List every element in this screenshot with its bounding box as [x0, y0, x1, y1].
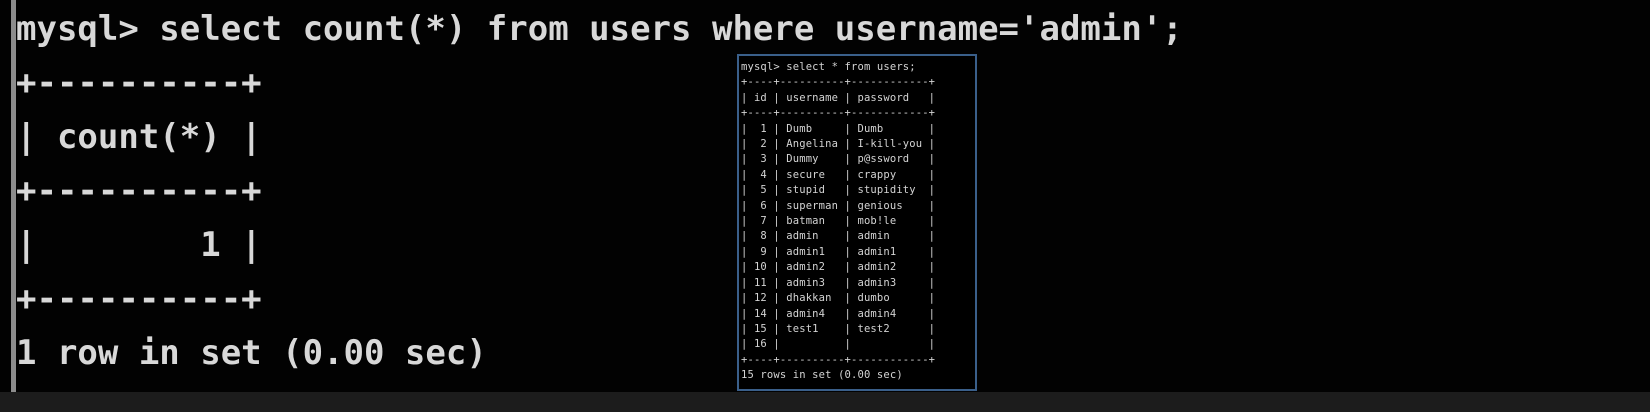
table-row: | 6 | superman | genious | [741, 199, 936, 212]
table-row: | 1 | Dumb | Dumb | [741, 122, 936, 135]
inset-border-bottom: +----+----------+------------+ [741, 353, 936, 366]
inset-header-row: | id | username | password | [741, 91, 936, 104]
table-row: | 15 | test1 | test2 | [741, 322, 936, 335]
table-row: | 12 | dhakkan | dumbo | [741, 292, 936, 305]
table-row: | 14 | admin4 | admin4 | [741, 307, 936, 320]
table-row: | 9 | admin1 | admin1 | [741, 245, 936, 258]
table-row: | 2 | Angelina | I-kill-you | [741, 138, 936, 151]
table-row: | 7 | batman | mob!le | [741, 215, 936, 228]
table-row: | 5 | stupid | stupidity | [741, 184, 936, 197]
table-row: | 4 | secure | crappy | [741, 168, 936, 181]
inset-command-line: mysql> select * from users; [741, 61, 916, 73]
main-console-text: mysql> select count(*) from users where … [16, 2, 1183, 380]
inset-border-top: +----+----------+------------+ [741, 76, 936, 89]
inset-result-summary: 15 rows in set (0.00 sec) [741, 369, 903, 382]
table-row: | 16 | | | [741, 338, 936, 351]
inset-console-window: mysql> select * from users; +----+------… [737, 54, 977, 391]
result-summary: 1 row in set (0.00 sec) [16, 333, 487, 373]
table-row: | 11 | admin3 | admin3 | [741, 276, 936, 289]
bottom-strip [0, 392, 1650, 412]
table-border-top: +----------+ [16, 63, 262, 103]
command-line: mysql> select count(*) from users where … [16, 9, 1183, 49]
table-row: | 3 | Dummy | p@ssword | [741, 153, 936, 166]
table-row: | 10 | admin2 | admin2 | [741, 261, 936, 274]
inset-console-text: mysql> select * from users; +----+------… [741, 60, 935, 384]
table-border-bottom: +----------+ [16, 279, 262, 319]
table-header-row: | count(*) | [16, 117, 262, 157]
table-row: | 8 | admin | admin | [741, 230, 936, 243]
table-value-row: | 1 | [16, 225, 262, 265]
inset-border-mid: +----+----------+------------+ [741, 107, 936, 120]
table-border-mid: +----------+ [16, 171, 262, 211]
